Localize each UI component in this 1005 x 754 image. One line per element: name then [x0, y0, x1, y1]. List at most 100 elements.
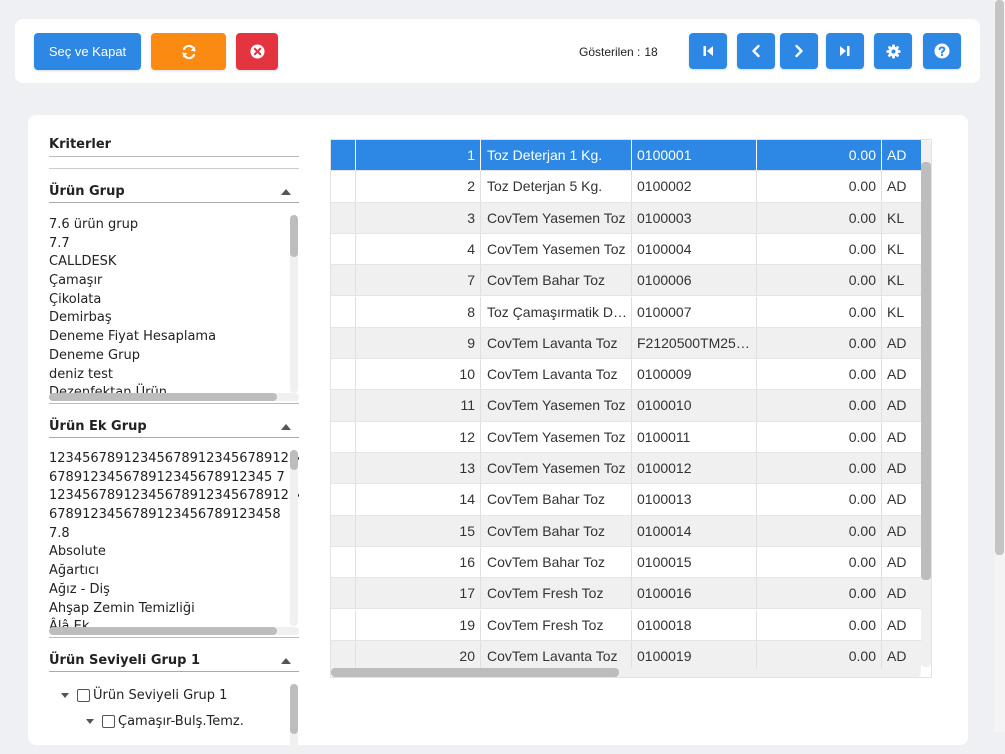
row-indicator: [331, 296, 356, 327]
table-row[interactable]: 10 CovTem Lavanta Toz 0100009 0.00 AD: [331, 359, 921, 391]
scroll-thumb[interactable]: [49, 393, 277, 401]
list-item[interactable]: Ağız - Diş: [49, 581, 299, 600]
amount-cell: 0.00: [757, 546, 882, 578]
urun-ek-grup-header[interactable]: Ürün Ek Grup: [49, 419, 299, 438]
first-page-button[interactable]: [689, 33, 727, 69]
urun-ek-grup-hscroll[interactable]: [49, 627, 299, 635]
unit-cell: AD: [887, 334, 907, 351]
table-row[interactable]: 2 Toz Deterjan 5 Kg. 0100002 0.00 AD: [331, 171, 921, 203]
previous-page-button[interactable]: [737, 33, 775, 69]
criteria-title: Kriterler: [49, 137, 299, 157]
urun-ek-grup-vscroll[interactable]: [290, 450, 298, 626]
list-item[interactable]: Çikolata: [49, 291, 299, 310]
list-item[interactable]: CALLDESK: [49, 253, 299, 272]
amount-cell: 0.00: [757, 140, 882, 171]
unit-cell: AD: [887, 616, 907, 633]
help-button[interactable]: [923, 33, 961, 69]
table-row[interactable]: 14 CovTem Bahar Toz 0100013 0.00 AD: [331, 484, 921, 516]
table-row[interactable]: 4 CovTem Yasemen Toz 0100004 0.00 KL: [331, 233, 921, 266]
tree-expand-icon[interactable]: [61, 693, 69, 698]
settings-button[interactable]: [874, 33, 912, 69]
table-row[interactable]: 17 CovTem Fresh Toz 0100016 0.00 AD: [331, 578, 921, 610]
last-page-button[interactable]: [826, 33, 864, 69]
list-item[interactable]: 12345678912345678912345678912345: [49, 487, 299, 506]
table-row[interactable]: 11 CovTem Yasemen Toz 0100010 0.00 AD: [331, 390, 921, 422]
scroll-thumb[interactable]: [290, 684, 298, 734]
list-item[interactable]: deniz test: [49, 366, 299, 385]
table-row[interactable]: 13 CovTem Yasemen Toz 0100012 0.00 AD: [331, 453, 921, 485]
urun-ek-grup-title: Ürün Ek Grup: [49, 419, 147, 434]
scroll-thumb[interactable]: [331, 668, 619, 677]
product-name-cell: CovTem Lavanta Toz: [481, 327, 632, 359]
urun-seviyeli-grup-header[interactable]: Ürün Seviyeli Grup 1: [49, 653, 299, 672]
list-item[interactable]: Deneme Grup: [49, 347, 299, 366]
product-code-cell: 0100003: [632, 202, 757, 233]
table-row[interactable]: 1 Toz Deterjan 1 Kg. 0100001 0.00 AD: [331, 140, 921, 172]
urun-seviyeli-grup-vscroll[interactable]: [290, 684, 298, 754]
list-item[interactable]: 7.6 ürün grup: [49, 216, 299, 235]
table-row[interactable]: 8Toz Çamaşırmatik Deterjan01000070.00 KL: [331, 296, 921, 328]
urun-seviyeli-grup-title: Ürün Seviyeli Grup 1: [49, 653, 201, 668]
unit-cell: AD: [887, 397, 907, 414]
grid-hscroll[interactable]: [331, 668, 921, 677]
grid-vscroll[interactable]: [921, 140, 931, 667]
list-item[interactable]: 6789123456789123456789123458: [49, 506, 299, 525]
list-item[interactable]: Ağartıcı: [49, 562, 299, 581]
amount-cell: 0.00: [757, 202, 882, 233]
collapse-caret-icon[interactable]: [281, 424, 291, 430]
amount-cell: 0.00: [757, 421, 882, 452]
unit-cell: AD: [887, 491, 907, 508]
tree-expand-icon[interactable]: [86, 719, 94, 724]
page-vscroll[interactable]: [994, 0, 1005, 732]
unit-cell: AD: [887, 585, 907, 602]
table-row[interactable]: 15 CovTem Bahar Toz 0100014 0.00 AD: [331, 515, 921, 547]
urun-grup-header[interactable]: Ürün Grup: [49, 184, 299, 203]
urun-ek-grup-list: 12345678912345678912345678912345 6789123…: [49, 450, 299, 628]
row-number-cell: 16: [356, 546, 481, 578]
row-number-cell: 17: [356, 578, 481, 609]
row-number-cell: 4: [356, 233, 481, 265]
scroll-thumb[interactable]: [921, 162, 931, 580]
list-item[interactable]: 7.8: [49, 525, 299, 544]
select-and-close-button[interactable]: Seç ve Kapat: [34, 33, 141, 70]
table-row[interactable]: 9 CovTem Lavanta Toz F2120500TM25000 0.00 AD: [331, 327, 921, 360]
list-item[interactable]: 678912345678912345678912345 7: [49, 469, 299, 488]
scroll-thumb[interactable]: [49, 627, 277, 635]
table-row[interactable]: 19 CovTem Fresh Toz 0100018 0.00 AD: [331, 609, 921, 641]
table-row[interactable]: 16 CovTem Bahar Toz 0100015 0.00 AD: [331, 546, 921, 579]
table-row[interactable]: 3 CovTem Yasemen Toz 0100003 0.00 KL: [331, 202, 921, 234]
tree-checkbox[interactable]: [102, 715, 115, 728]
tree-node-root[interactable]: Ürün Seviyeli Grup 1: [61, 688, 227, 703]
table-row[interactable]: 7 CovTem Bahar Toz 0100006 0.00 KL: [331, 265, 921, 297]
product-code-cell: 0100009: [632, 359, 757, 390]
list-item[interactable]: Demirbaş: [49, 309, 299, 328]
amount-cell: 0.00: [757, 453, 882, 484]
amount-cell: 0.00: [757, 609, 882, 640]
row-indicator: [331, 609, 356, 640]
row-indicator: [331, 359, 356, 390]
collapse-caret-icon[interactable]: [281, 658, 291, 664]
list-item[interactable]: Ahşap Zemin Temizliği: [49, 600, 299, 619]
list-item[interactable]: 12345678912345678912345678912345: [49, 450, 299, 469]
unit-cell: AD: [887, 647, 907, 664]
urun-grup-vscroll[interactable]: [290, 215, 298, 393]
scroll-thumb[interactable]: [290, 450, 298, 470]
list-item[interactable]: Çamaşır: [49, 272, 299, 291]
row-indicator: [331, 578, 356, 609]
list-item[interactable]: 7.7: [49, 235, 299, 254]
scroll-thumb[interactable]: [290, 215, 298, 257]
scroll-thumb[interactable]: [995, 0, 1004, 555]
list-item[interactable]: Deneme Fiyat Hesaplama: [49, 328, 299, 347]
refresh-button[interactable]: [151, 33, 226, 70]
product-name-cell: CovTem Bahar Toz: [481, 265, 632, 296]
collapse-caret-icon[interactable]: [281, 189, 291, 195]
tree-node-child[interactable]: Çamaşır-Bulş.Temz.: [86, 714, 244, 729]
urun-grup-hscroll[interactable]: [49, 393, 299, 401]
next-page-button[interactable]: [780, 33, 818, 69]
list-item[interactable]: Absolute: [49, 543, 299, 562]
table-row[interactable]: 12 CovTem Yasemen Toz 0100011 0.00 AD: [331, 421, 921, 453]
cancel-button[interactable]: [236, 33, 278, 70]
toolbar: Seç ve Kapat Gösterilen :18: [15, 19, 980, 83]
tree-checkbox[interactable]: [77, 689, 90, 702]
first-page-icon: [703, 46, 713, 56]
